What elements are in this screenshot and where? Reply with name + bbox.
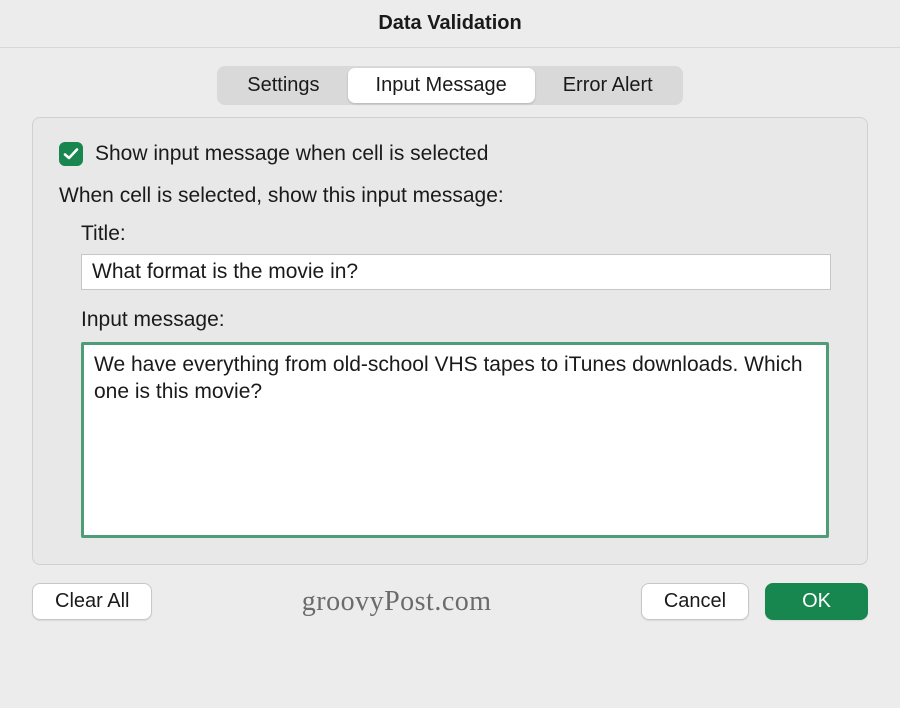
tabs-row: Settings Input Message Error Alert <box>0 48 900 105</box>
input-message-textarea[interactable] <box>81 342 829 538</box>
footer-spacer: groovyPost.com <box>152 586 640 618</box>
ok-button[interactable]: OK <box>765 583 868 620</box>
tab-settings[interactable]: Settings <box>219 68 347 103</box>
tab-input-message[interactable]: Input Message <box>348 68 535 103</box>
show-input-message-label: Show input message when cell is selected <box>95 142 488 166</box>
cancel-button[interactable]: Cancel <box>641 583 749 620</box>
tab-segmented-control: Settings Input Message Error Alert <box>217 66 683 105</box>
show-input-message-row: Show input message when cell is selected <box>59 142 841 166</box>
section-prompt: When cell is selected, show this input m… <box>59 184 841 208</box>
input-message-field-label: Input message: <box>81 308 841 332</box>
watermark-text: groovyPost.com <box>302 586 492 617</box>
dialog-titlebar: Data Validation <box>0 0 900 48</box>
dialog-footer: Clear All groovyPost.com Cancel OK <box>0 565 900 620</box>
dialog-title: Data Validation <box>378 12 521 35</box>
title-field-label: Title: <box>81 222 841 246</box>
input-message-panel: Show input message when cell is selected… <box>32 117 868 565</box>
title-input[interactable] <box>81 254 831 290</box>
show-input-message-checkbox[interactable] <box>59 142 83 166</box>
footer-right-buttons: Cancel OK <box>641 583 868 620</box>
clear-all-button[interactable]: Clear All <box>32 583 152 620</box>
data-validation-dialog: Data Validation Settings Input Message E… <box>0 0 900 708</box>
tab-error-alert[interactable]: Error Alert <box>535 68 681 103</box>
check-icon <box>63 146 79 162</box>
